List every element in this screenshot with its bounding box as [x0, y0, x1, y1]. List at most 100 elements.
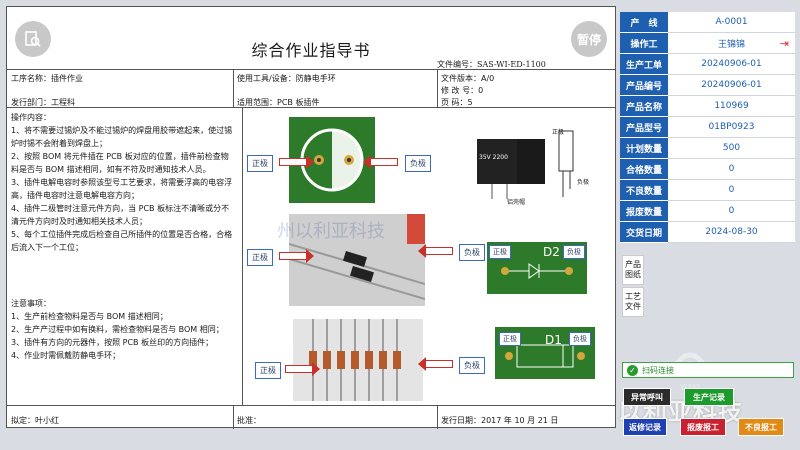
diode-d2-label: D2 — [543, 245, 560, 259]
arrow-left-icon — [363, 155, 398, 169]
ops-step: 4、插件二极管时注意元件方向，当 PCB 板标注不清晰或分不清元件方向时及时通知… — [11, 204, 230, 226]
info-value: 20240906-01 — [668, 54, 795, 75]
info-row-defect-qty: 不良数量 0 — [620, 180, 795, 201]
cap-negative-label: 负极 — [577, 179, 590, 186]
notes: 注意事项： 1、生产前检查物料是否与 BOM 描述相同； 2、生产产过程中如有换… — [11, 297, 233, 362]
positive-tag: 正极 — [247, 155, 273, 172]
info-label: 合格数量 — [620, 159, 668, 180]
scan-connect-button[interactable]: ✓ 扫码连接 — [622, 362, 794, 378]
defect-report-button[interactable]: 不良报工 — [738, 418, 784, 436]
divider — [437, 405, 438, 429]
pcb-positive-tag: 正极 — [489, 245, 511, 259]
info-label: 不良数量 — [620, 180, 668, 201]
info-value: 2024-08-30 — [668, 222, 795, 243]
info-row-passed-qty: 合格数量 0 — [620, 159, 795, 180]
pcb-positive-tag: 正极 — [499, 332, 521, 346]
notes-title: 注意事项： — [11, 299, 51, 308]
info-value: 0 — [668, 201, 795, 222]
tab-product-drawing[interactable]: 产品图纸 — [622, 255, 644, 285]
info-row-product-name: 产品名称 110969 — [620, 96, 795, 117]
watermark: 州以利亚科技 — [277, 221, 385, 242]
tab-process-document[interactable]: 工艺文件 — [622, 287, 644, 317]
production-record-button[interactable]: 生产记录 — [684, 388, 734, 406]
negative-tag: 负极 — [459, 244, 485, 261]
exception-call-button[interactable]: 异常呼叫 — [623, 388, 671, 406]
divider — [233, 69, 234, 107]
arrow-left-icon — [418, 244, 453, 258]
pcb-negative-tag: 负极 — [563, 245, 585, 259]
positive-tag: 正极 — [255, 362, 281, 379]
negative-tag: 负极 — [459, 357, 485, 374]
scrap-report-button[interactable]: 报废报工 — [680, 418, 726, 436]
info-row-operator: 操作工 王锦锦 ⇥ — [620, 33, 795, 54]
info-label: 计划数量 — [620, 138, 668, 159]
issue-date: 发行日期：2017 年 10 月 21 日 — [441, 416, 559, 425]
arrow-right-icon — [279, 249, 314, 263]
side-tabs: 产品图纸 工艺文件 — [622, 255, 644, 319]
info-row-product-model: 产品型号 01BP0923 — [620, 117, 795, 138]
info-label: 产品编号 — [620, 75, 668, 96]
info-row-scrap-qty: 报废数量 0 — [620, 201, 795, 222]
info-label: 报废数量 — [620, 201, 668, 222]
info-label: 交货日期 — [620, 222, 668, 243]
production-info-panel: 产 线 A-0001 操作工 王锦锦 ⇥ 生产工单 20240906-01 产品编号 20… — [620, 12, 795, 243]
info-value: 110969 — [668, 96, 795, 117]
info-value: A-0001 — [668, 12, 795, 33]
work-instruction-document: 暂停 综合作业指导书 文件编号：SAS-WI-ED-1100 工序名称：插件作业… — [6, 6, 616, 429]
file-version: 文件版本：A/0 — [441, 74, 495, 83]
info-label: 生产工单 — [620, 54, 668, 75]
info-value: 20240906-01 — [668, 75, 795, 96]
info-value: 0 — [668, 180, 795, 201]
work-name: 工序名称：插件作业 — [11, 74, 83, 83]
negative-tag: 负极 — [405, 155, 431, 172]
page-number: 页 码：5 — [441, 98, 473, 107]
info-row-planned-qty: 计划数量 500 — [620, 138, 795, 159]
info-label: 产 线 — [620, 12, 668, 33]
arrow-left-icon — [418, 357, 453, 371]
repair-record-button[interactable]: 返修记录 — [623, 418, 667, 436]
logout-icon[interactable]: ⇥ — [780, 37, 789, 50]
arrow-right-icon — [285, 362, 320, 376]
info-label: 产品名称 — [620, 96, 668, 117]
revision: 修 改 号：0 — [441, 86, 484, 95]
note-item: 4、作业时需佩戴防静电手环； — [11, 351, 121, 360]
pcb-negative-tag: 负极 — [569, 332, 591, 346]
electrolytic-capacitor-photo: 35V 2200 — [477, 130, 574, 199]
ops-title: 操作内容： — [11, 113, 51, 122]
info-row-delivery-date: 交货日期 2024-08-30 — [620, 222, 795, 243]
drafter: 拟定：叶小红 — [11, 416, 59, 425]
operator-value: 王锦锦 ⇥ — [668, 33, 795, 54]
info-value: 王锦锦 — [717, 39, 745, 50]
scope: 适用范围：PCB 板插件 — [237, 98, 320, 107]
note-item: 1、生产前检查物料是否与 BOM 描述相同； — [11, 312, 168, 321]
operation-steps: 操作内容： 1、将不需要过锡炉及不能过锡炉的焊盘用胶带遮起来，使过锡炉时锡不会附… — [11, 111, 233, 254]
info-row-line: 产 线 A-0001 — [620, 12, 795, 33]
arrow-right-icon — [279, 155, 314, 169]
department: 发行部门：工程科 — [11, 98, 75, 107]
divider — [233, 405, 234, 429]
svg-text:35V 2200: 35V 2200 — [479, 154, 508, 161]
divider — [7, 69, 615, 70]
tools: 使用工具/设备：防静电手环 — [237, 74, 336, 83]
divider — [7, 405, 615, 406]
diode-bundle-photo — [293, 319, 423, 401]
note-item: 3、插件有方向的元器件，按照 PCB 板丝印的方向插件； — [11, 338, 214, 347]
info-row-work-order: 生产工单 20240906-01 — [620, 54, 795, 75]
positive-tag: 正极 — [247, 249, 273, 266]
info-label: 产品型号 — [620, 117, 668, 138]
info-value: 01BP0923 — [668, 117, 795, 138]
info-row-product-code: 产品编号 20240906-01 — [620, 75, 795, 96]
scan-label: 扫码连接 — [642, 365, 674, 375]
approver: 批准： — [237, 416, 261, 425]
info-label: 操作工 — [620, 33, 668, 54]
info-value: 0 — [668, 159, 795, 180]
ops-step: 5、每个工位插件完成后检查自己所插件的位置是否合格，合格后流入下一个工位； — [11, 230, 233, 252]
diode-d1-label: D1 — [545, 333, 562, 347]
info-value: 500 — [668, 138, 795, 159]
ops-step: 2、按照 BOM 将元件插在 PCB 板对应的位置，插件前检查物料是否与 BOM… — [11, 152, 229, 174]
cap-positive-label: 正极 — [552, 129, 565, 136]
divider — [242, 107, 243, 405]
divider — [437, 69, 438, 107]
ops-step: 3、插件电解电容时参照该型号工艺要求，将需要浮高的电容浮高，插件电容时注意电解电… — [11, 178, 233, 200]
page-title: 综合作业指导书 — [251, 41, 371, 60]
